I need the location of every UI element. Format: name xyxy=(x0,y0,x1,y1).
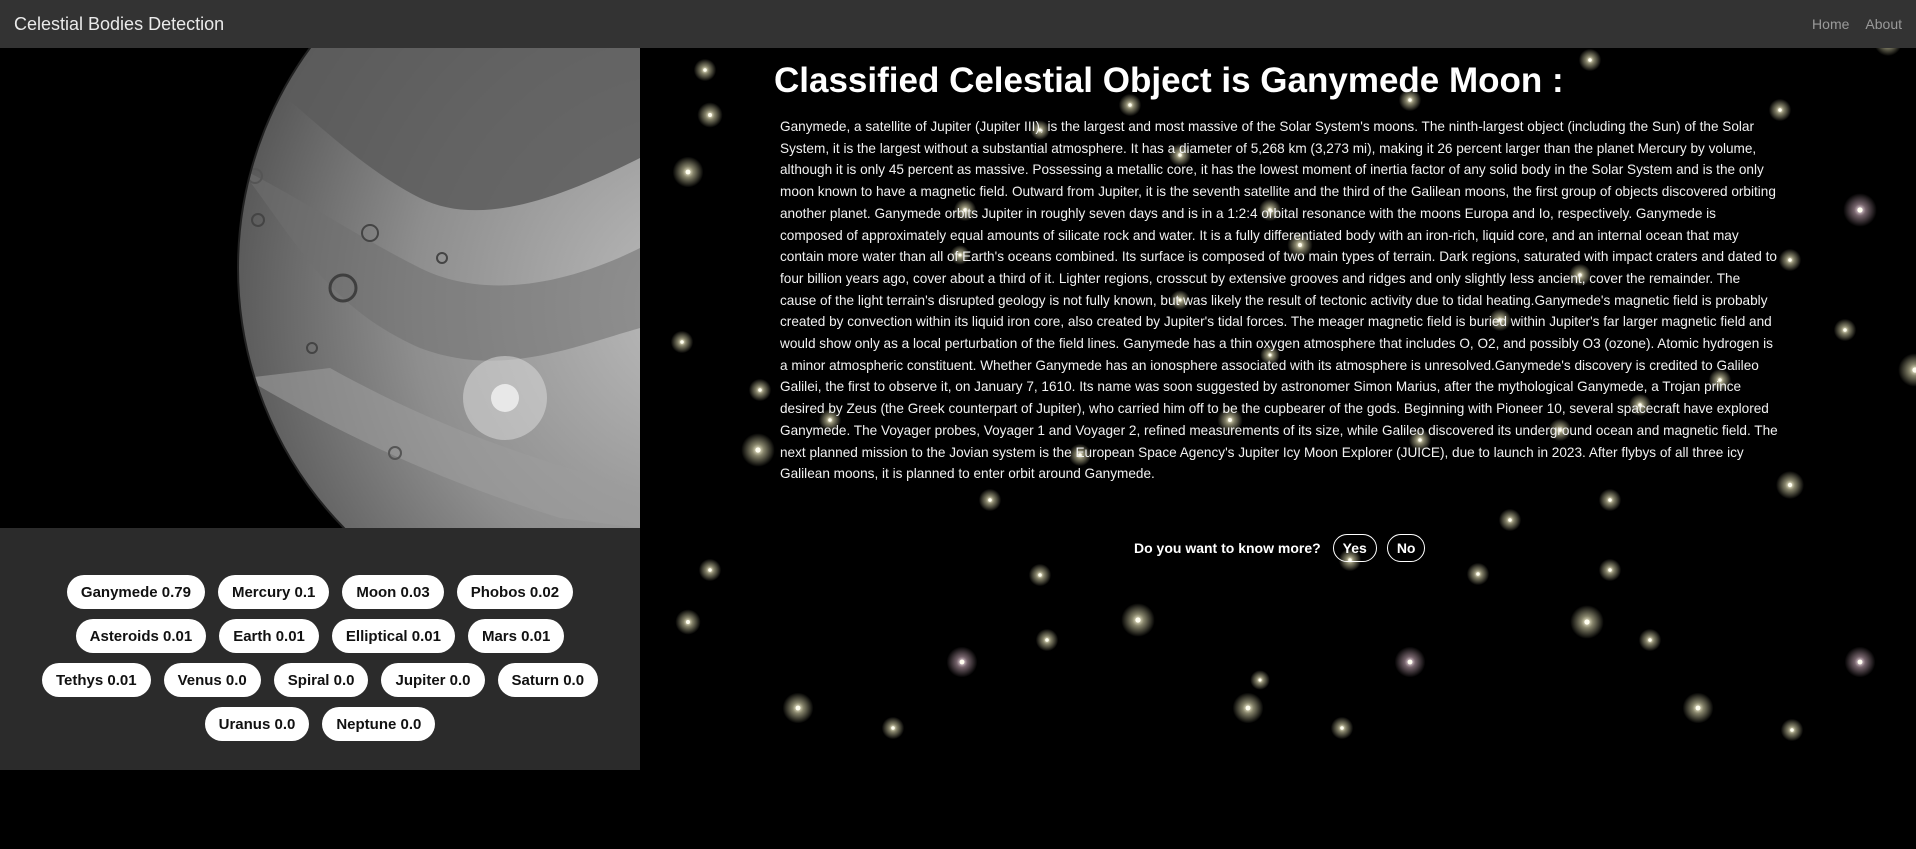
prediction-chip: Mars 0.01 xyxy=(467,619,565,653)
yes-button[interactable]: Yes xyxy=(1332,534,1377,562)
page-title: Classified Celestial Object is Ganymede … xyxy=(774,61,1564,100)
know-more-prompt: Do you want to know more? Yes No xyxy=(1134,534,1426,562)
prediction-chip: Spiral 0.0 xyxy=(273,663,369,697)
nav-links: Home About xyxy=(1812,16,1902,32)
navbar-brand[interactable]: Celestial Bodies Detection xyxy=(14,14,224,35)
no-button[interactable]: No xyxy=(1386,534,1426,562)
prediction-chip: Mercury 0.1 xyxy=(217,575,330,609)
prediction-chip: Earth 0.01 xyxy=(219,619,319,653)
result-section: Classified Celestial Object is Ganymede … xyxy=(774,52,1780,485)
prediction-chip: Asteroids 0.01 xyxy=(75,619,207,653)
nav-link-about[interactable]: About xyxy=(1865,16,1902,32)
nav-link-home[interactable]: Home xyxy=(1812,16,1849,32)
prediction-panel: Ganymede 0.79 Mercury 0.1 Moon 0.03 Phobos … xyxy=(0,48,640,770)
prediction-chip: Moon 0.03 xyxy=(342,575,444,609)
prediction-chip: Phobos 0.02 xyxy=(456,575,574,609)
prediction-chips: Ganymede 0.79 Mercury 0.1 Moon 0.03 Phobos … xyxy=(0,575,640,741)
prediction-chip: Uranus 0.0 xyxy=(204,707,310,741)
prediction-chip: Tethys 0.01 xyxy=(41,663,151,697)
prediction-chip: Venus 0.0 xyxy=(163,663,261,697)
prediction-chip: Ganymede 0.79 xyxy=(66,575,205,609)
prediction-chip: Saturn 0.0 xyxy=(497,663,599,697)
uploaded-image xyxy=(0,48,640,528)
prediction-chip: Neptune 0.0 xyxy=(322,707,436,741)
prediction-chip: Jupiter 0.0 xyxy=(381,663,485,697)
object-description: Ganymede, a satellite of Jupiter (Jupite… xyxy=(780,119,1778,482)
prediction-chip: Elliptical 0.01 xyxy=(331,619,455,653)
know-more-question: Do you want to know more? xyxy=(1134,540,1321,556)
navbar: Celestial Bodies Detection Home About xyxy=(0,0,1916,48)
